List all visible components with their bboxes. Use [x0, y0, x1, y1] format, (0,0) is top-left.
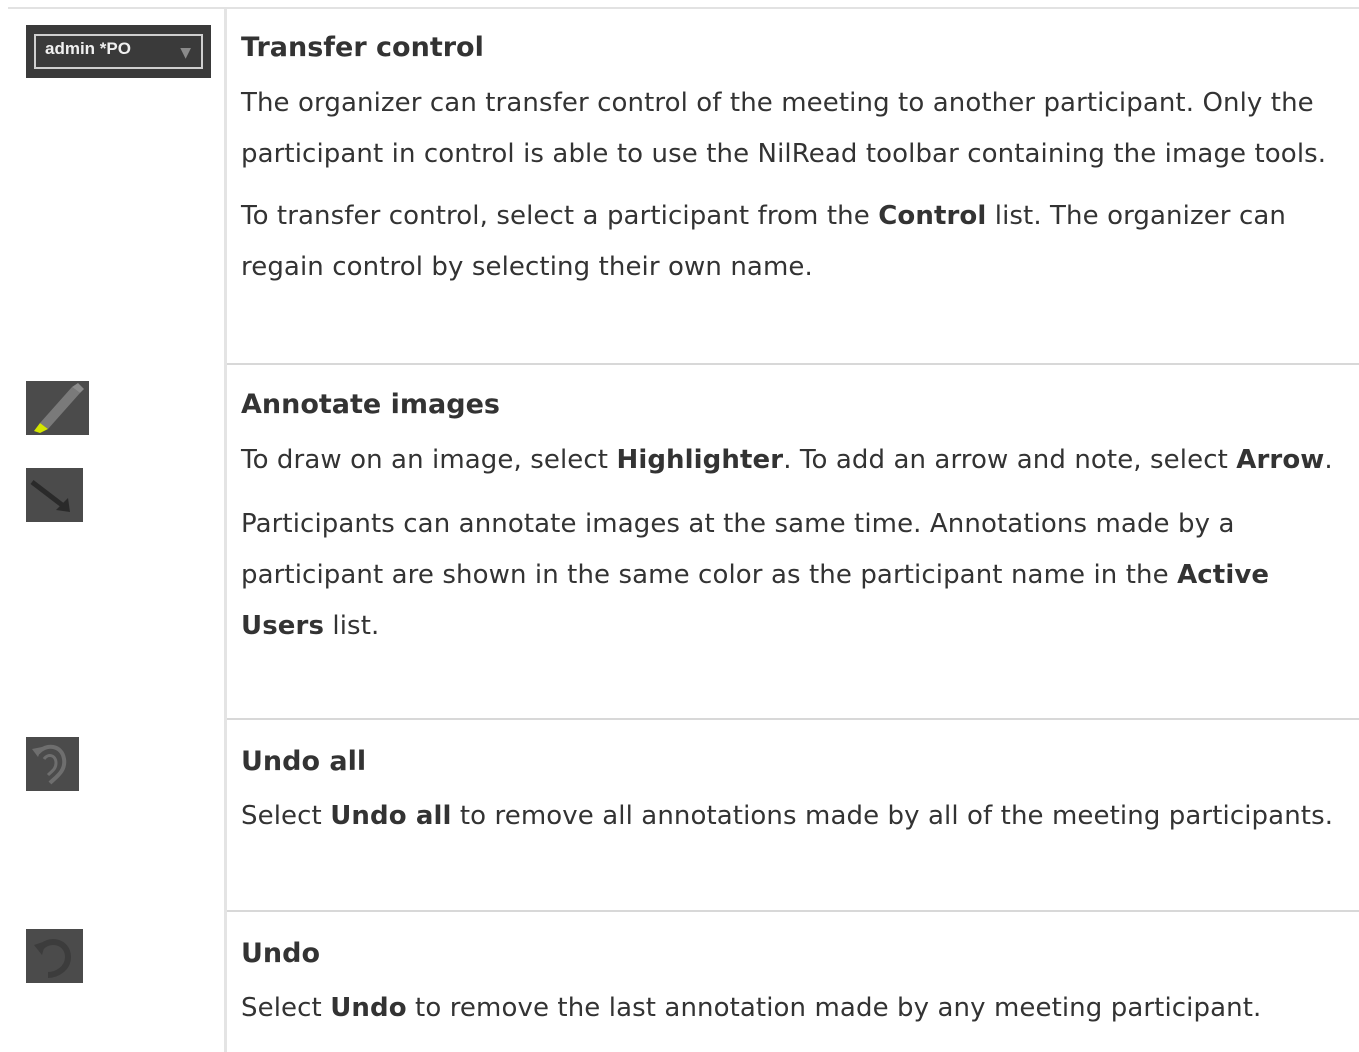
paragraph: Participants can annotate images at the … — [241, 499, 1351, 652]
text: to remove all annotations made by all of… — [451, 801, 1334, 831]
bold-term: Undo all — [330, 801, 452, 831]
text: Select — [241, 801, 331, 831]
section-title: Undo all — [241, 746, 367, 777]
text: . — [1324, 445, 1333, 475]
row-divider — [227, 910, 1359, 912]
chevron-down-icon: ▼ — [180, 45, 191, 61]
column-divider — [224, 9, 227, 1052]
section-title: Transfer control — [241, 32, 484, 63]
paragraph: To draw on an image, select Highlighter.… — [241, 435, 1351, 486]
bold-term: Highlighter — [616, 445, 784, 475]
paragraph: The organizer can transfer control of th… — [241, 88, 1327, 169]
text-cell: Undo all Select Undo all to remove all a… — [241, 737, 1351, 842]
icon-cell — [26, 381, 89, 522]
text: To transfer control, select a participan… — [241, 201, 879, 231]
text-cell: Transfer control The organizer can trans… — [241, 25, 1351, 293]
text: To draw on an image, select — [241, 445, 617, 475]
control-dropdown-box: admin *PO ▼ — [34, 34, 203, 69]
text: list. — [324, 611, 380, 641]
highlighter-icon — [26, 381, 89, 435]
paragraph: To transfer control, select a participan… — [241, 191, 1351, 293]
control-dropdown-value: admin *PO — [45, 39, 131, 58]
row-divider — [227, 363, 1359, 365]
text: . To add an arrow and note, select — [783, 445, 1237, 475]
section-title: Undo — [241, 938, 321, 969]
undo-all-icon — [26, 737, 79, 791]
row-divider — [227, 718, 1359, 720]
top-rule — [8, 7, 1359, 9]
text: Select — [241, 993, 331, 1023]
text-cell: Undo Select Undo to remove the last anno… — [241, 929, 1351, 1034]
bold-term: Undo — [330, 993, 407, 1023]
text: Participants can annotate images at the … — [241, 509, 1235, 590]
section-title: Annotate images — [241, 389, 500, 420]
paragraph: Select Undo all to remove all annotation… — [241, 791, 1351, 842]
text-cell: Annotate images To draw on an image, sel… — [241, 381, 1351, 652]
icon-cell — [26, 929, 83, 983]
undo-icon — [26, 929, 83, 983]
text: to remove the last annotation made by an… — [406, 993, 1262, 1023]
icon-cell — [26, 737, 79, 791]
icon-cell: admin *PO ▼ — [26, 25, 211, 78]
paragraph: Select Undo to remove the last annotatio… — [241, 983, 1351, 1034]
arrow-icon — [26, 468, 83, 522]
bold-term: Control — [878, 201, 987, 231]
bold-term: Arrow — [1236, 445, 1325, 475]
control-dropdown-icon: admin *PO ▼ — [26, 25, 211, 78]
